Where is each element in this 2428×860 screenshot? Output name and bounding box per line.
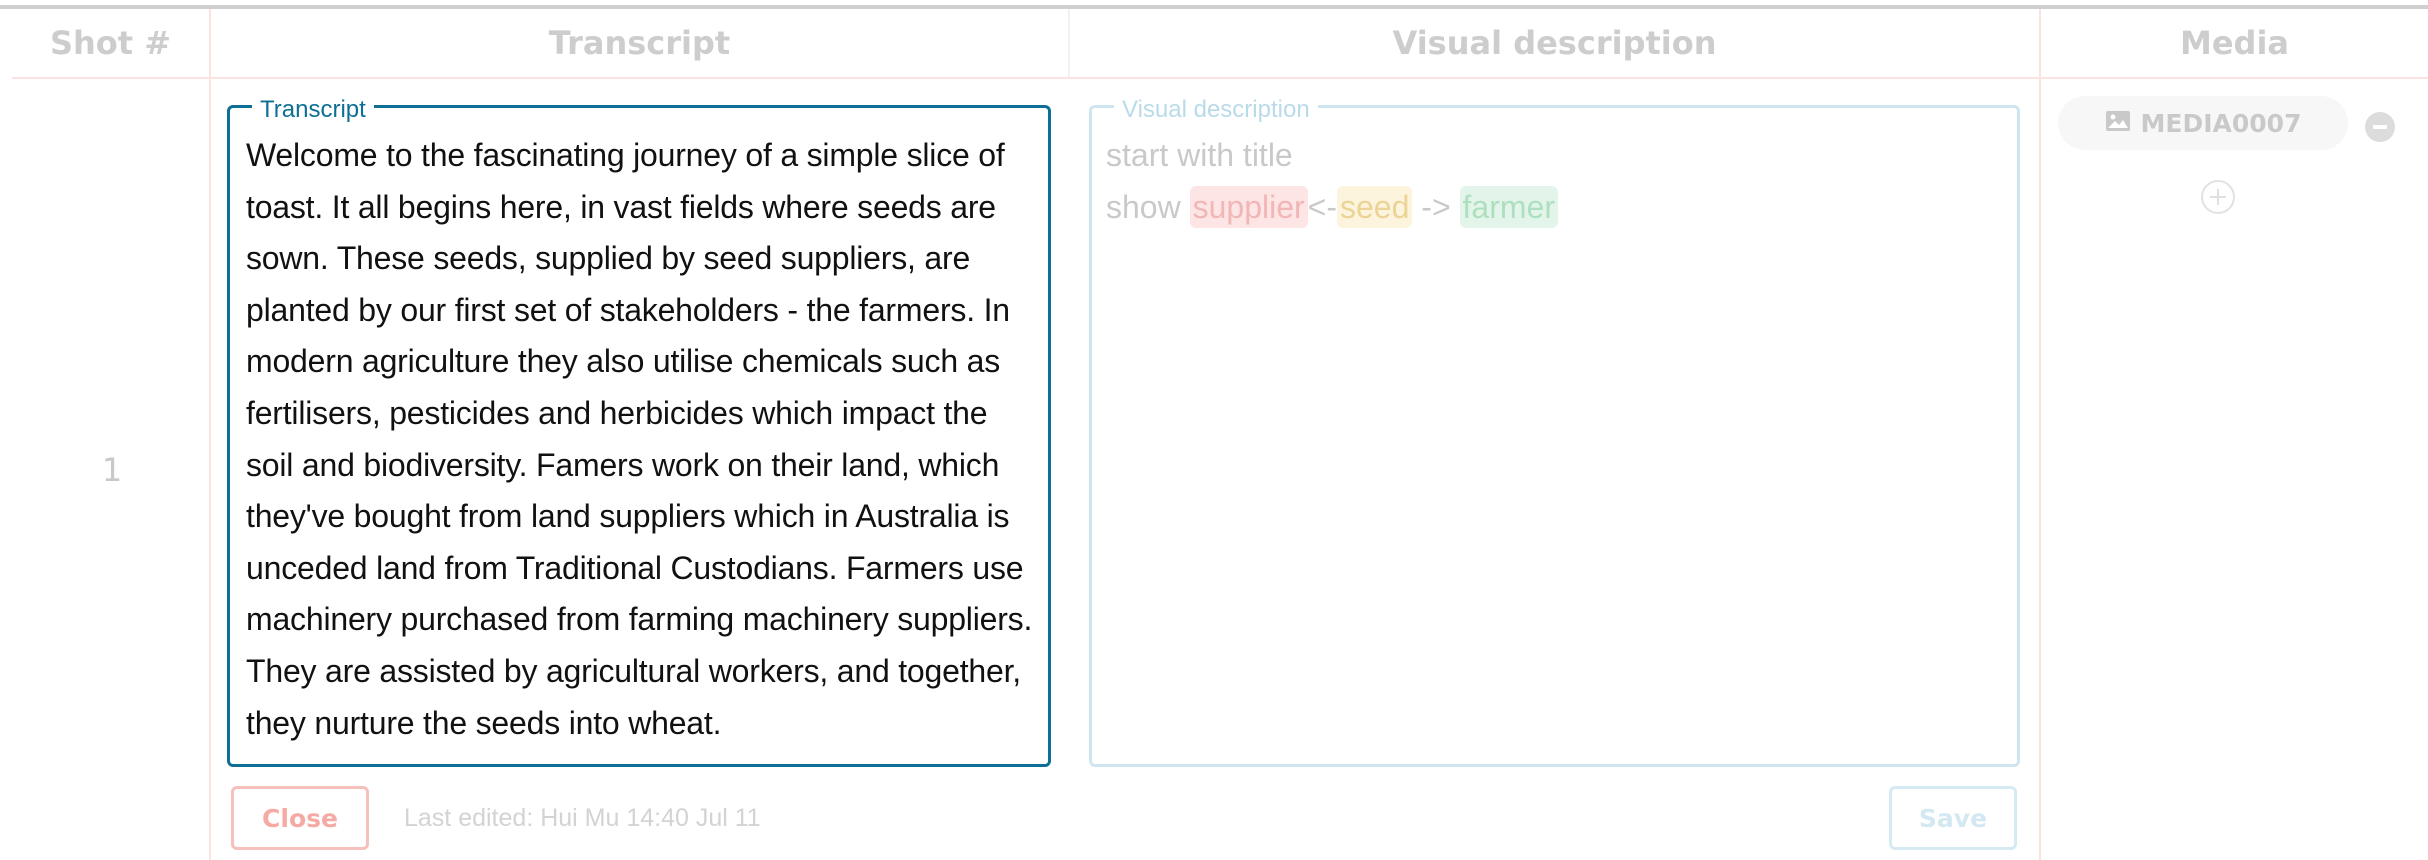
header-shot-number: Shot # [49,24,172,62]
show-keyword: show [1106,188,1190,225]
transcript-text[interactable]: Welcome to the fascinating journey of a … [246,130,1036,749]
arrow-left: <- [1307,188,1337,225]
arrow-right: -> [1412,188,1460,225]
close-button[interactable]: Close [231,786,369,850]
header-visual-description: Visual description [1392,24,1717,62]
image-icon [2105,109,2131,138]
last-edited-text: Last edited: Hui Mu 14:40 Jul 11 [404,804,761,832]
media-item[interactable]: MEDIA0007 [2058,96,2348,150]
transcript-legend: Transcript [252,95,374,125]
media-item-label: MEDIA0007 [2140,108,2302,138]
save-button[interactable]: Save [1889,786,2017,850]
shot-number: 1 [101,451,123,489]
plus-circle-icon[interactable] [2201,180,2235,214]
tag-farmer[interactable]: farmer [1459,185,1558,228]
column-divider [209,9,211,860]
column-divider [2039,9,2041,860]
header-divider [12,77,2428,79]
visual-description-text[interactable]: start with title show supplier<-seed -> … [1106,130,2006,233]
tag-seed[interactable]: seed [1337,185,1413,228]
header-transcript: Transcript [548,24,731,62]
header-media: Media [2179,24,2289,62]
tag-supplier[interactable]: supplier [1189,185,1308,228]
minus-circle-icon[interactable] [2365,112,2395,142]
visual-description-legend: Visual description [1114,95,1318,125]
visual-description-line: show supplier<-seed -> farmer [1106,182,2006,234]
visual-description-line: start with title [1106,137,1293,173]
